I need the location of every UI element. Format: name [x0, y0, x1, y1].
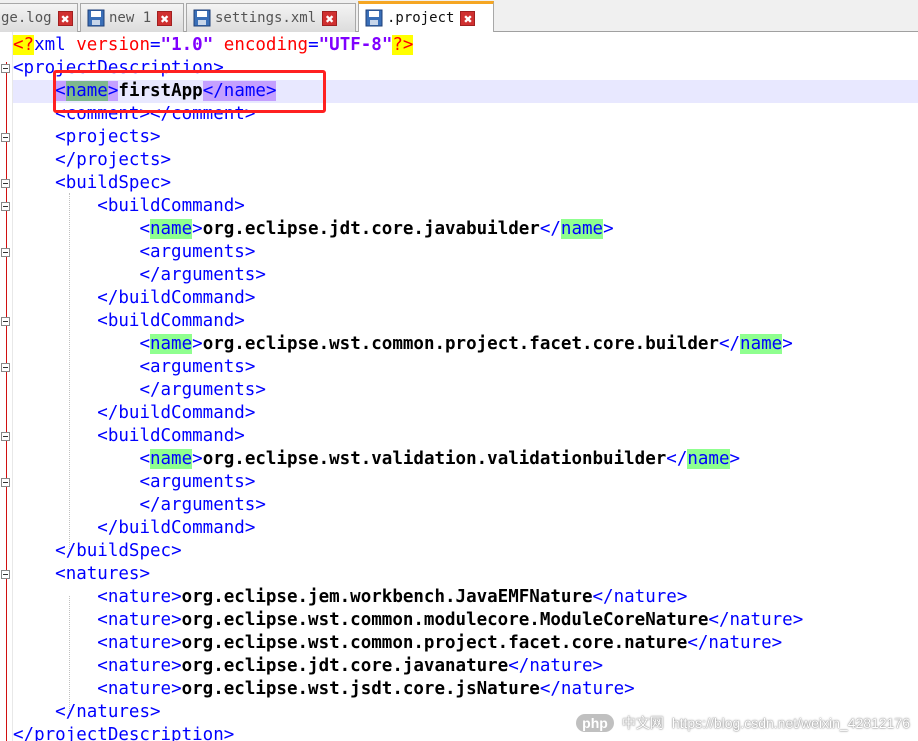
code-line: <buildSpec> — [55, 173, 172, 193]
code-line: </arguments> — [139, 265, 266, 285]
code-line: <natures> — [55, 564, 151, 584]
code-line: <arguments> — [139, 472, 256, 492]
code-line: <nature>org.eclipse.wst.common.project.f… — [97, 633, 783, 653]
annotation-highlight-box — [53, 70, 326, 113]
code-line: </buildSpec> — [55, 541, 182, 561]
code-line: </arguments> — [139, 380, 266, 400]
fold-toggle-icon[interactable] — [1, 317, 10, 326]
tab-label: settings.xml — [215, 10, 317, 26]
fold-toggle-icon[interactable] — [1, 179, 10, 188]
close-icon[interactable]: ✖ — [57, 10, 73, 26]
fold-margin — [0, 32, 13, 741]
code-line: <buildCommand> — [97, 311, 245, 331]
code-line: <name>org.eclipse.wst.validation.validat… — [139, 449, 741, 469]
code-line: <nature>org.eclipse.jem.workbench.JavaEM… — [97, 587, 688, 607]
save-disk-icon — [193, 9, 211, 27]
fold-toggle-icon[interactable] — [1, 570, 10, 579]
watermark: php 中文网 https://blog.csdn.net/weixin_428… — [576, 713, 910, 733]
save-disk-icon — [365, 9, 383, 27]
fold-toggle-icon[interactable] — [1, 64, 10, 73]
code-editor[interactable]: <?xml version="1.0" encoding="UTF-8"?> <… — [13, 32, 918, 741]
fold-toggle-icon[interactable] — [1, 133, 10, 142]
close-icon[interactable]: ✖ — [322, 10, 338, 26]
code-line: <nature>org.eclipse.wst.jsdt.core.jsNatu… — [97, 679, 635, 699]
fold-toggle-icon[interactable] — [1, 202, 10, 211]
close-icon[interactable]: ✖ — [460, 10, 476, 26]
php-logo: php — [576, 714, 614, 732]
code-line: <name>org.eclipse.wst.common.project.fac… — [139, 334, 793, 354]
code-line: <buildCommand> — [97, 426, 245, 446]
code-line: <arguments> — [139, 357, 256, 377]
tab-new-1[interactable]: new 1 ✖ — [80, 3, 184, 32]
tab-project[interactable]: .project ✖ — [358, 1, 494, 32]
code-line: <projects> — [55, 127, 161, 147]
tab-ge-log[interactable]: ge.log ✖ — [0, 3, 78, 32]
watermark-logo-suffix: 中文网 — [621, 715, 664, 731]
fold-toggle-icon[interactable] — [1, 478, 10, 487]
tab-bar: ge.log ✖ new 1 ✖ settings.xml ✖ .project… — [0, 0, 918, 32]
code-line: <buildCommand> — [97, 196, 245, 216]
tab-label: new 1 — [109, 10, 152, 26]
code-line: <?xml version="1.0" encoding="UTF-8"?> — [13, 35, 414, 55]
code-line: <arguments> — [139, 242, 256, 262]
code-line: </buildCommand> — [97, 288, 256, 308]
fold-toggle-icon[interactable] — [1, 248, 10, 257]
code-line: <name>org.eclipse.jdt.core.javabuilder</… — [139, 219, 614, 239]
watermark-url: https://blog.csdn.net/weixin_42812176 — [671, 715, 910, 731]
code-line: </arguments> — [139, 495, 266, 515]
code-line: </buildCommand> — [97, 518, 256, 538]
save-disk-icon — [87, 9, 105, 27]
fold-toggle-icon[interactable] — [1, 363, 10, 372]
tab-label: .project — [387, 10, 455, 26]
fold-toggle-icon[interactable] — [1, 432, 10, 441]
code-line: <nature>org.eclipse.wst.common.modulecor… — [97, 610, 804, 630]
code-line: </buildCommand> — [97, 403, 256, 423]
fold-line — [6, 62, 7, 741]
code-line: </projects> — [55, 150, 172, 170]
close-icon[interactable]: ✖ — [157, 10, 173, 26]
tab-label: ge.log — [1, 10, 52, 26]
tab-settings-xml[interactable]: settings.xml ✖ — [186, 3, 356, 32]
code-line: <nature>org.eclipse.jdt.core.javanature<… — [97, 656, 604, 676]
